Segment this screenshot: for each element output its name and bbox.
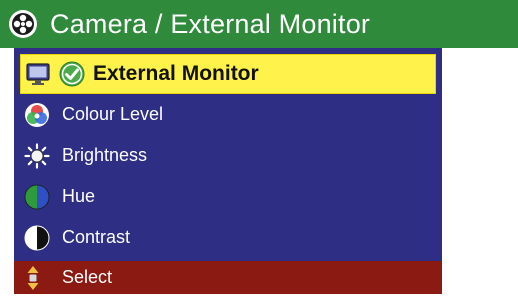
sun-icon — [24, 142, 50, 169]
checkmark-circle-icon — [59, 61, 85, 87]
menu-item-label: Colour Level — [62, 104, 164, 124]
menu-item-hue[interactable]: Hue — [14, 176, 442, 217]
up-down-arrows-icon — [26, 265, 40, 291]
menu-item-contrast[interactable]: Contrast — [14, 217, 442, 258]
menu-item-external-monitor[interactable]: External Monitor — [20, 54, 436, 94]
menu-item-brightness[interactable]: Brightness — [14, 135, 442, 176]
select-hint: Select — [62, 267, 113, 287]
colour-wheel-icon — [24, 102, 50, 128]
menu-item-label: Brightness — [62, 145, 148, 165]
contrast-circle-icon — [24, 225, 50, 251]
monitor-icon — [25, 61, 51, 87]
footer-bar: Select — [14, 261, 442, 294]
title-bar: Camera / External Monitor — [0, 0, 518, 48]
menu-item-label: Contrast — [62, 227, 131, 247]
hue-circle-icon — [24, 184, 50, 210]
menu-item-colour-level[interactable]: Colour Level — [14, 94, 442, 135]
window-title: Camera / External Monitor — [50, 8, 371, 39]
menu-item-label: Hue — [62, 186, 96, 206]
settings-menu: External Monitor Colour Level Brightness… — [14, 48, 442, 261]
camera-lens-icon — [8, 9, 38, 39]
menu-item-label: External Monitor — [93, 62, 259, 85]
